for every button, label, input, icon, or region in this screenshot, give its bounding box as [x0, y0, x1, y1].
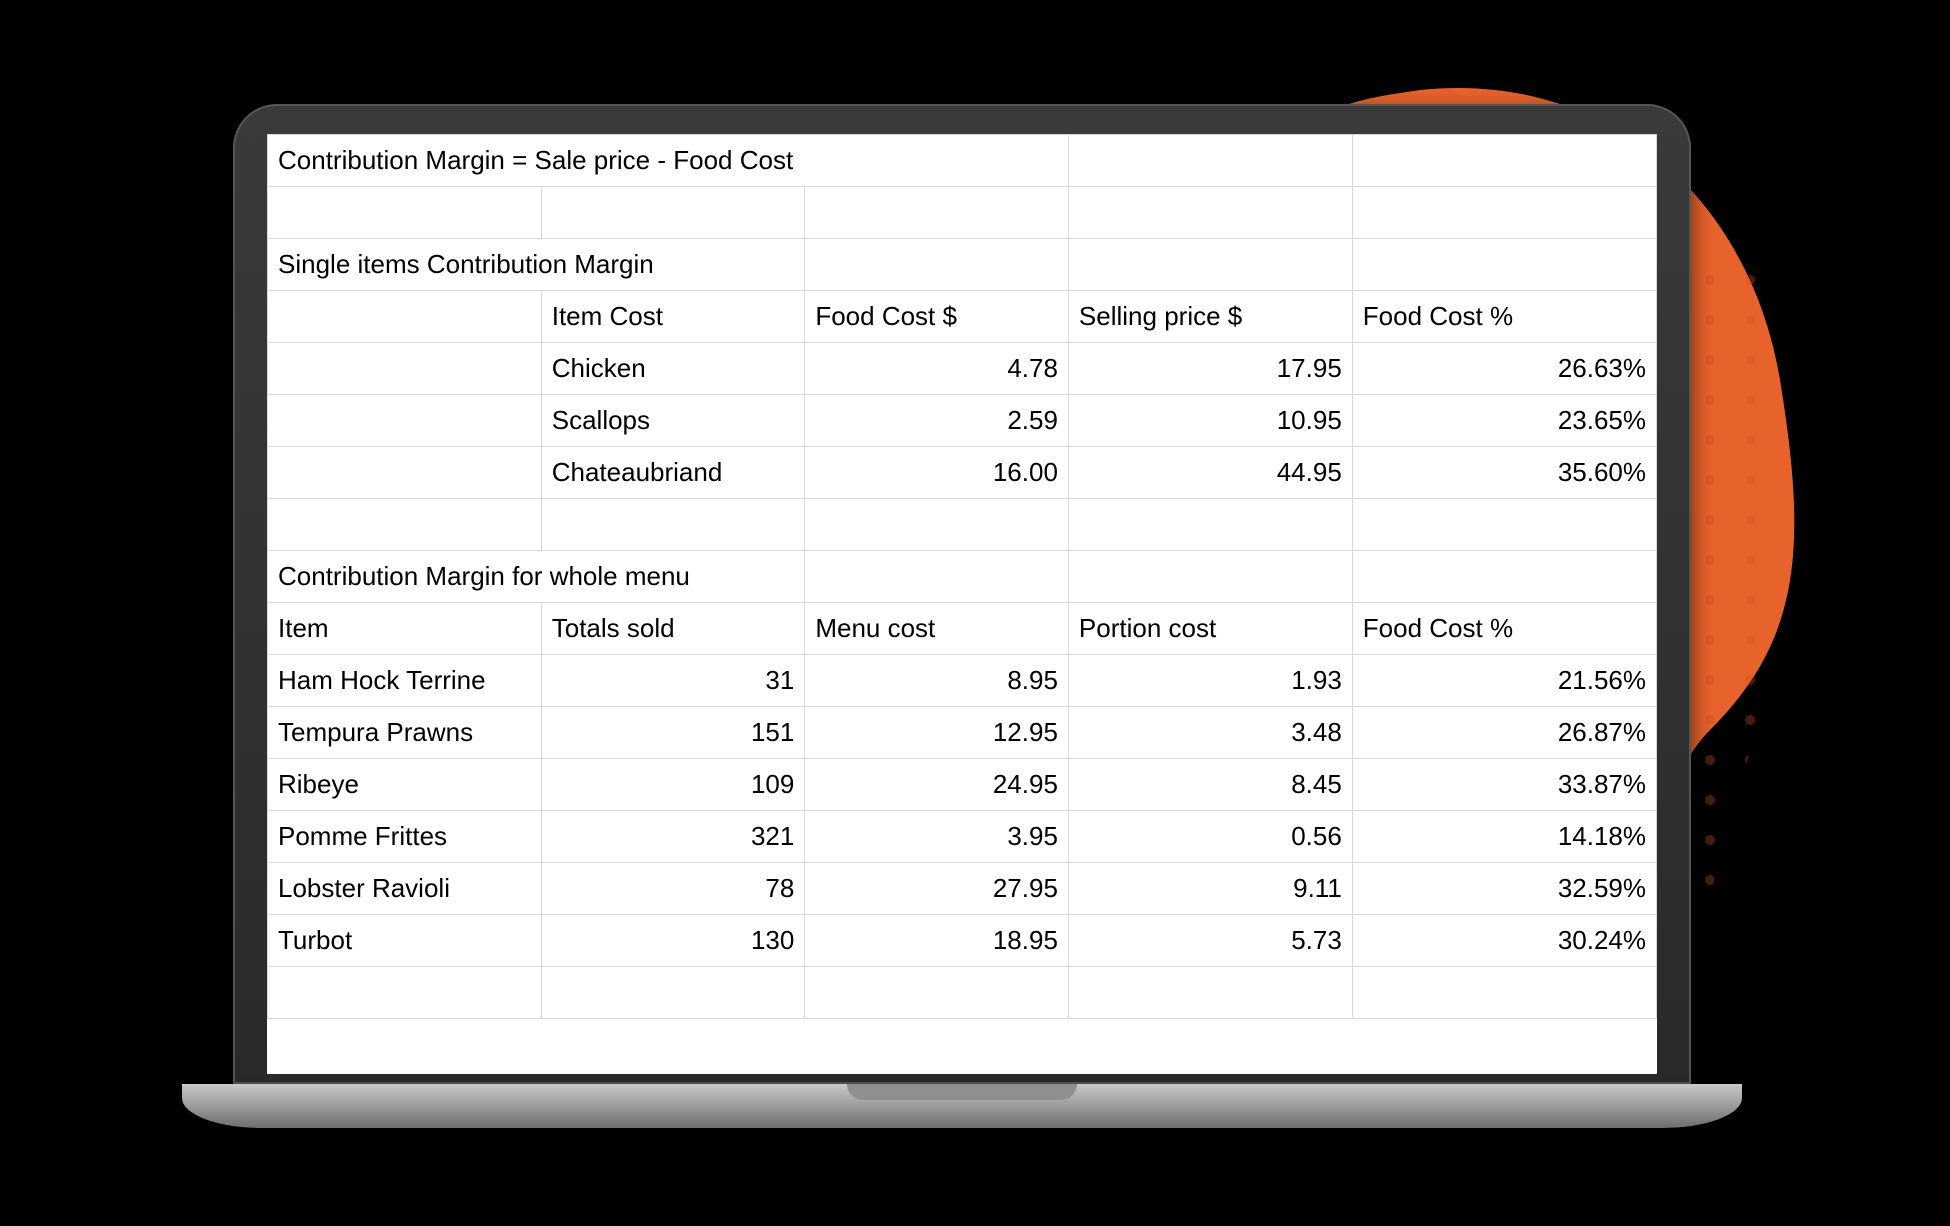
s2-item[interactable]: Ribeye — [268, 759, 542, 811]
s2-portion-cost[interactable]: 1.93 — [1068, 655, 1352, 707]
s1-selling-price[interactable]: 10.95 — [1068, 395, 1352, 447]
s2-item[interactable]: Lobster Ravioli — [268, 863, 542, 915]
s2-menu-cost[interactable]: 3.95 — [805, 811, 1069, 863]
s2-totals-sold[interactable]: 321 — [541, 811, 805, 863]
s1-food-cost-pct[interactable]: 35.60% — [1352, 447, 1656, 499]
s1-header-item-cost[interactable]: Item Cost — [541, 291, 805, 343]
s2-portion-cost[interactable]: 3.48 — [1068, 707, 1352, 759]
laptop-frame: Contribution Margin = Sale price - Food … — [182, 104, 1742, 1164]
s1-food-cost[interactable]: 2.59 — [805, 395, 1069, 447]
s2-item[interactable]: Tempura Prawns — [268, 707, 542, 759]
s2-header-item[interactable]: Item — [268, 603, 542, 655]
s2-menu-cost[interactable]: 18.95 — [805, 915, 1069, 967]
s1-food-cost-pct[interactable]: 26.63% — [1352, 343, 1656, 395]
s2-header-portion-cost[interactable]: Portion cost — [1068, 603, 1352, 655]
empty-cell[interactable] — [541, 499, 805, 551]
laptop-shadow — [292, 1130, 1632, 1180]
section2-title[interactable]: Contribution Margin for whole menu — [268, 551, 805, 603]
s2-item[interactable]: Pomme Frittes — [268, 811, 542, 863]
empty-cell[interactable] — [1068, 239, 1352, 291]
s1-header-food-cost[interactable]: Food Cost $ — [805, 291, 1069, 343]
s1-item[interactable]: Chicken — [541, 343, 805, 395]
laptop-lid: Contribution Margin = Sale price - Food … — [233, 104, 1691, 1084]
empty-cell[interactable] — [541, 187, 805, 239]
empty-cell[interactable] — [1352, 499, 1656, 551]
s2-menu-cost[interactable]: 8.95 — [805, 655, 1069, 707]
s2-header-menu-cost[interactable]: Menu cost — [805, 603, 1069, 655]
s1-food-cost[interactable]: 4.78 — [805, 343, 1069, 395]
s2-item[interactable]: Ham Hock Terrine — [268, 655, 542, 707]
empty-cell[interactable] — [1352, 239, 1656, 291]
empty-cell[interactable] — [1352, 135, 1656, 187]
empty-cell[interactable] — [1068, 967, 1352, 1019]
s2-totals-sold[interactable]: 109 — [541, 759, 805, 811]
s2-menu-cost[interactable]: 24.95 — [805, 759, 1069, 811]
empty-cell[interactable] — [1068, 187, 1352, 239]
empty-cell[interactable] — [805, 239, 1069, 291]
empty-cell[interactable] — [268, 499, 542, 551]
empty-cell[interactable] — [1352, 967, 1656, 1019]
s2-menu-cost[interactable]: 27.95 — [805, 863, 1069, 915]
s2-totals-sold[interactable]: 31 — [541, 655, 805, 707]
empty-cell[interactable] — [805, 187, 1069, 239]
spreadsheet: Contribution Margin = Sale price - Food … — [267, 134, 1657, 1019]
s1-food-cost-pct[interactable]: 23.65% — [1352, 395, 1656, 447]
empty-cell[interactable] — [805, 967, 1069, 1019]
formula-cell[interactable]: Contribution Margin = Sale price - Food … — [268, 135, 1069, 187]
s2-food-cost-pct[interactable]: 32.59% — [1352, 863, 1656, 915]
s1-header-food-cost-pct[interactable]: Food Cost % — [1352, 291, 1656, 343]
empty-cell[interactable] — [268, 447, 542, 499]
empty-cell[interactable] — [268, 187, 542, 239]
empty-cell[interactable] — [1352, 187, 1656, 239]
empty-cell[interactable] — [1068, 135, 1352, 187]
s1-item[interactable]: Chateaubriand — [541, 447, 805, 499]
empty-cell[interactable] — [1068, 551, 1352, 603]
empty-cell[interactable] — [268, 967, 542, 1019]
empty-cell[interactable] — [805, 499, 1069, 551]
laptop-screen: Contribution Margin = Sale price - Food … — [267, 134, 1657, 1074]
s1-header-selling-price[interactable]: Selling price $ — [1068, 291, 1352, 343]
s1-selling-price[interactable]: 44.95 — [1068, 447, 1352, 499]
s2-item[interactable]: Turbot — [268, 915, 542, 967]
s2-portion-cost[interactable]: 8.45 — [1068, 759, 1352, 811]
laptop-base — [182, 1084, 1742, 1128]
empty-cell[interactable] — [1352, 551, 1656, 603]
empty-cell[interactable] — [268, 343, 542, 395]
s2-totals-sold[interactable]: 151 — [541, 707, 805, 759]
s1-food-cost[interactable]: 16.00 — [805, 447, 1069, 499]
s2-food-cost-pct[interactable]: 33.87% — [1352, 759, 1656, 811]
s2-food-cost-pct[interactable]: 30.24% — [1352, 915, 1656, 967]
s2-food-cost-pct[interactable]: 21.56% — [1352, 655, 1656, 707]
empty-cell[interactable] — [1068, 499, 1352, 551]
s2-totals-sold[interactable]: 130 — [541, 915, 805, 967]
s1-selling-price[interactable]: 17.95 — [1068, 343, 1352, 395]
s2-totals-sold[interactable]: 78 — [541, 863, 805, 915]
empty-cell[interactable] — [541, 967, 805, 1019]
s1-item[interactable]: Scallops — [541, 395, 805, 447]
empty-cell[interactable] — [268, 395, 542, 447]
s2-food-cost-pct[interactable]: 14.18% — [1352, 811, 1656, 863]
s2-portion-cost[interactable]: 0.56 — [1068, 811, 1352, 863]
empty-cell[interactable] — [268, 291, 542, 343]
s2-portion-cost[interactable]: 5.73 — [1068, 915, 1352, 967]
s2-food-cost-pct[interactable]: 26.87% — [1352, 707, 1656, 759]
s2-portion-cost[interactable]: 9.11 — [1068, 863, 1352, 915]
s2-menu-cost[interactable]: 12.95 — [805, 707, 1069, 759]
section1-title[interactable]: Single items Contribution Margin — [268, 239, 805, 291]
s2-header-food-cost-pct[interactable]: Food Cost % — [1352, 603, 1656, 655]
empty-cell[interactable] — [805, 551, 1069, 603]
s2-header-totals-sold[interactable]: Totals sold — [541, 603, 805, 655]
